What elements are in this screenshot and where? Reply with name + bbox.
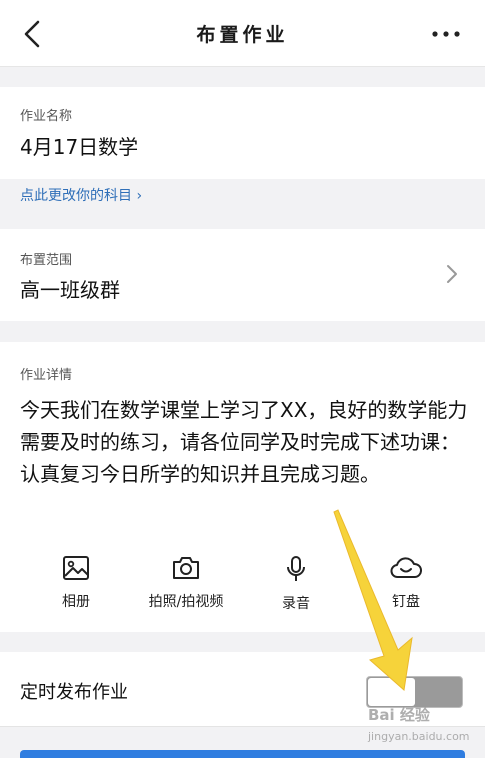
watermark-sub: jingyan.baidu.com (368, 730, 470, 743)
homework-name-section: 作业名称 4月17日数学 (0, 87, 485, 179)
toggle-knob (368, 678, 415, 706)
record-button[interactable]: 录音 (241, 555, 351, 613)
scheduled-publish-row: 定时发布作业 (0, 652, 485, 726)
top-bar: 布置作业 (0, 0, 485, 67)
scheduled-publish-label: 定时发布作业 (20, 682, 128, 703)
cloud-icon (390, 557, 422, 578)
more-dots-icon[interactable] (429, 22, 463, 46)
detail-textarea[interactable]: 今天我们在数学课堂上学习了XX，良好的数学能力需要及时的练习，请各位同学及时完成… (20, 394, 470, 490)
album-button[interactable]: 相册 (21, 555, 131, 611)
camera-icon (173, 557, 199, 579)
scope-value: 高一班级群 (20, 278, 120, 302)
camera-label: 拍照/拍视频 (148, 594, 224, 610)
dingpan-button[interactable]: 钉盘 (351, 555, 461, 611)
scope-label: 布置范围 (20, 253, 73, 268)
camera-button[interactable]: 拍照/拍视频 (131, 555, 241, 611)
page-title: 布置作业 (196, 24, 289, 46)
image-icon (63, 556, 89, 580)
change-subject-link[interactable]: 点此更改你的科目 › (20, 185, 142, 205)
detail-label: 作业详情 (20, 368, 73, 383)
homework-name-label: 作业名称 (20, 109, 73, 124)
record-label: 录音 (282, 596, 310, 612)
detail-section: 作业详情 今天我们在数学课堂上学习了XX，良好的数学能力需要及时的练习，请各位同… (0, 342, 485, 632)
screen: 布置作业 作业名称 4月17日数学 点此更改你的科目 › 布置范围 高一班级群 … (0, 0, 485, 758)
scheduled-publish-toggle[interactable] (366, 676, 463, 708)
chevron-right-icon (447, 265, 457, 283)
submit-button[interactable] (20, 750, 465, 758)
scope-section[interactable]: 布置范围 高一班级群 (0, 229, 485, 321)
album-label: 相册 (62, 594, 90, 610)
dingpan-label: 钉盘 (392, 594, 420, 610)
attachment-toolbar: 相册 拍照/拍视频 录音 钉盘 (0, 555, 485, 625)
homework-name-field[interactable]: 4月17日数学 (20, 131, 138, 160)
microphone-icon (287, 556, 305, 581)
divider (0, 726, 485, 727)
